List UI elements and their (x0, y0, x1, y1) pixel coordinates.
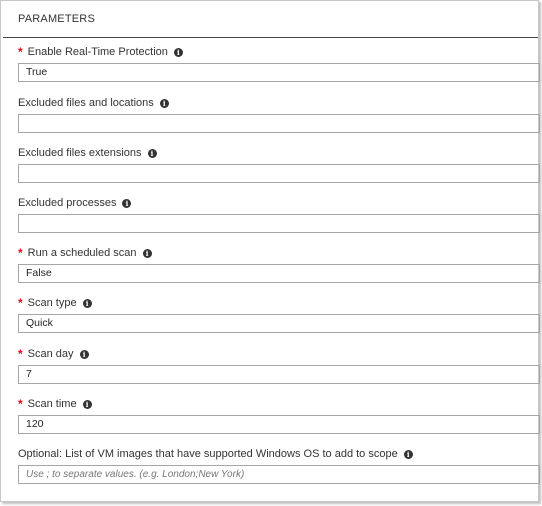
header-divider (3, 37, 538, 38)
field-excluded-files-and-locations: Excluded files and locations i (18, 95, 540, 133)
scan-type-dropdown[interactable]: Quick (18, 314, 540, 333)
info-icon[interactable]: i (142, 248, 152, 258)
field-label-row: Excluded files and locations i (18, 95, 540, 111)
field-label: Scan day (27, 348, 74, 360)
vm-images-scope-input[interactable]: Use ; to separate values. (e.g. London;N… (18, 465, 540, 484)
field-label: Scan time (27, 398, 77, 410)
section-title: PARAMETERS (18, 13, 95, 25)
field-label: Run a scheduled scan (27, 247, 137, 259)
excluded-files-and-locations-input[interactable] (18, 114, 540, 133)
field-label-row: Excluded processes i (18, 195, 540, 211)
info-icon[interactable]: i (122, 198, 132, 208)
field-label: Excluded files extensions (18, 147, 142, 159)
required-marker: * (18, 296, 23, 310)
info-icon[interactable]: i (79, 349, 89, 359)
required-marker: * (18, 45, 23, 59)
field-label: Optional: List of VM images that have su… (18, 448, 398, 460)
field-excluded-processes: Excluded processes i (18, 195, 540, 233)
field-scan-day: * Scan day i 7 (18, 346, 540, 384)
required-marker: * (18, 347, 23, 361)
enable-real-time-protection-dropdown[interactable]: True (18, 63, 540, 82)
field-label: Scan type (27, 297, 77, 309)
field-label: Enable Real-Time Protection (27, 46, 168, 58)
info-icon[interactable]: i (82, 298, 92, 308)
excluded-processes-input[interactable] (18, 214, 540, 233)
info-icon[interactable]: i (147, 148, 157, 158)
field-excluded-files-extensions: Excluded files extensions i (18, 145, 540, 183)
info-icon[interactable]: i (173, 47, 183, 57)
field-label-row: * Scan day i (18, 346, 540, 362)
excluded-files-extensions-input[interactable] (18, 164, 540, 183)
field-label: Excluded files and locations (18, 97, 154, 109)
field-label-row: * Scan type i (18, 295, 540, 311)
info-icon[interactable]: i (159, 98, 169, 108)
field-label-row: * Enable Real-Time Protection i (18, 44, 540, 60)
field-label-row: Optional: List of VM images that have su… (18, 446, 540, 462)
field-scan-type: * Scan type i Quick (18, 295, 540, 333)
field-label-row: * Scan time i (18, 396, 540, 412)
required-marker: * (18, 397, 23, 411)
field-run-a-scheduled-scan: * Run a scheduled scan i False (18, 245, 540, 283)
parameters-panel: PARAMETERS * Enable Real-Time Protection… (0, 0, 540, 502)
field-vm-images-scope: Optional: List of VM images that have su… (18, 446, 540, 484)
run-a-scheduled-scan-dropdown[interactable]: False (18, 264, 540, 283)
field-label-row: Excluded files extensions i (18, 145, 540, 161)
scan-day-input[interactable]: 7 (18, 365, 540, 384)
info-icon[interactable]: i (82, 399, 92, 409)
field-label-row: * Run a scheduled scan i (18, 245, 540, 261)
scan-time-input[interactable]: 120 (18, 415, 540, 434)
info-icon[interactable]: i (403, 449, 413, 459)
required-marker: * (18, 246, 23, 260)
field-label: Excluded processes (18, 197, 117, 209)
field-enable-real-time-protection: * Enable Real-Time Protection i True (18, 44, 540, 82)
field-scan-time: * Scan time i 120 (18, 396, 540, 434)
